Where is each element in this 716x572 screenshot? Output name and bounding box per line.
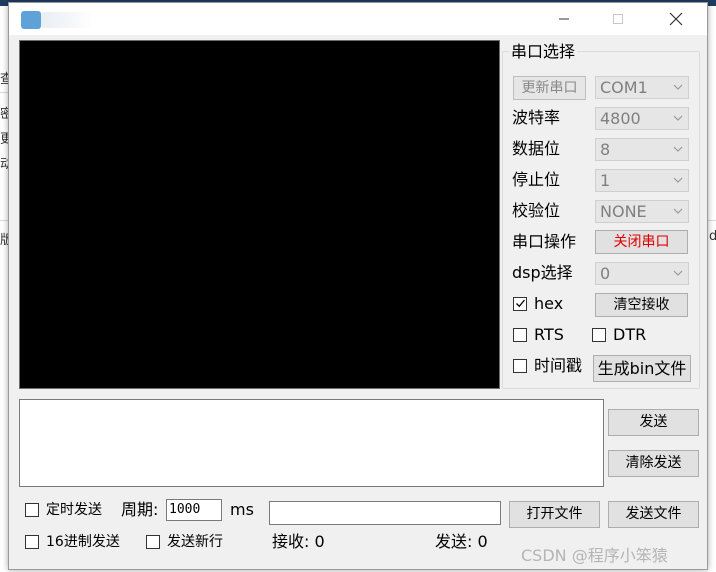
clear-send-button[interactable]: 清除发送 [608, 450, 699, 477]
hex-display-label: hex [534, 294, 564, 313]
sent-count: 发送: 0 [435, 532, 488, 551]
dtr-label: DTR [613, 325, 647, 344]
data-bits-value: 8 [600, 140, 611, 159]
baud-rate-label: 波特率 [512, 108, 561, 127]
timed-send-label: 定时发送 [46, 502, 102, 518]
app-icon [21, 11, 41, 29]
chevron-down-icon [673, 270, 683, 276]
serial-assistant-window: 串口选择 更新串口 COM1 波特率 4800 数据位 8 停止位 1 校验位 … [8, 2, 708, 570]
dtr-checkbox[interactable] [592, 328, 606, 342]
minimize-button[interactable] [541, 3, 587, 35]
port-select[interactable]: COM1 [595, 76, 689, 99]
close-button[interactable] [653, 3, 699, 35]
window-title-blurred [41, 12, 93, 28]
stop-bits-select[interactable]: 1 [595, 169, 689, 192]
port-operation-label: 串口操作 [512, 232, 577, 251]
hex-send-label: 16进制发送 [46, 534, 120, 550]
dsp-select-label: dsp选择 [512, 263, 573, 282]
received-count: 接收: 0 [272, 532, 325, 551]
csdn-watermark: CSDN @程序小笨猿 [521, 546, 668, 565]
send-file-button[interactable]: 发送文件 [608, 501, 699, 528]
rts-checkbox[interactable] [513, 328, 527, 342]
rts-label: RTS [534, 325, 564, 344]
timed-send-checkbox[interactable] [25, 503, 39, 517]
ms-unit-label: ms [230, 500, 254, 519]
receive-display-area[interactable] [19, 40, 500, 389]
timestamp-label: 时间戳 [534, 356, 583, 375]
checkmark-icon [516, 299, 526, 308]
parity-select[interactable]: NONE [595, 200, 689, 223]
serial-group-title: 串口选择 [509, 42, 578, 61]
send-button[interactable]: 发送 [608, 409, 699, 436]
title-bar[interactable] [9, 3, 707, 35]
generate-bin-button[interactable]: 生成bin文件 [593, 355, 691, 382]
parity-value: NONE [600, 202, 647, 221]
dsp-select[interactable]: 0 [595, 262, 689, 285]
port-select-value: COM1 [600, 78, 648, 97]
close-port-button[interactable]: 关闭串口 [595, 230, 688, 254]
background-text-fragment: d [709, 229, 716, 244]
hex-display-checkbox[interactable] [513, 297, 527, 311]
clear-receive-button[interactable]: 清空接收 [595, 293, 688, 317]
period-input[interactable]: 1000 [166, 499, 222, 521]
close-icon [669, 12, 683, 26]
dsp-select-value: 0 [600, 264, 611, 283]
send-text-area[interactable] [19, 399, 604, 487]
chevron-down-icon [673, 115, 683, 121]
baud-rate-value: 4800 [600, 109, 641, 128]
data-bits-select[interactable]: 8 [595, 138, 689, 161]
chevron-down-icon [673, 177, 683, 183]
baud-rate-select[interactable]: 4800 [595, 107, 689, 130]
chevron-down-icon [673, 208, 683, 214]
refresh-ports-button[interactable]: 更新串口 [513, 76, 586, 100]
open-file-button[interactable]: 打开文件 [509, 501, 600, 528]
period-label: 周期: [121, 500, 159, 519]
chevron-down-icon [673, 146, 683, 152]
maximize-icon [613, 14, 623, 24]
parity-label: 校验位 [512, 201, 561, 220]
minimize-icon [559, 18, 569, 20]
background-window-right [708, 6, 716, 572]
chevron-down-icon [673, 84, 683, 90]
hex-send-checkbox[interactable] [25, 535, 39, 549]
send-newline-label: 发送新行 [167, 534, 223, 550]
stop-bits-label: 停止位 [512, 170, 561, 189]
send-newline-checkbox[interactable] [146, 535, 160, 549]
data-bits-label: 数据位 [512, 139, 561, 158]
timestamp-checkbox[interactable] [513, 359, 527, 373]
maximize-button[interactable] [595, 3, 641, 35]
stop-bits-value: 1 [600, 171, 611, 190]
file-path-input[interactable] [269, 501, 501, 525]
background-divider [708, 220, 716, 221]
